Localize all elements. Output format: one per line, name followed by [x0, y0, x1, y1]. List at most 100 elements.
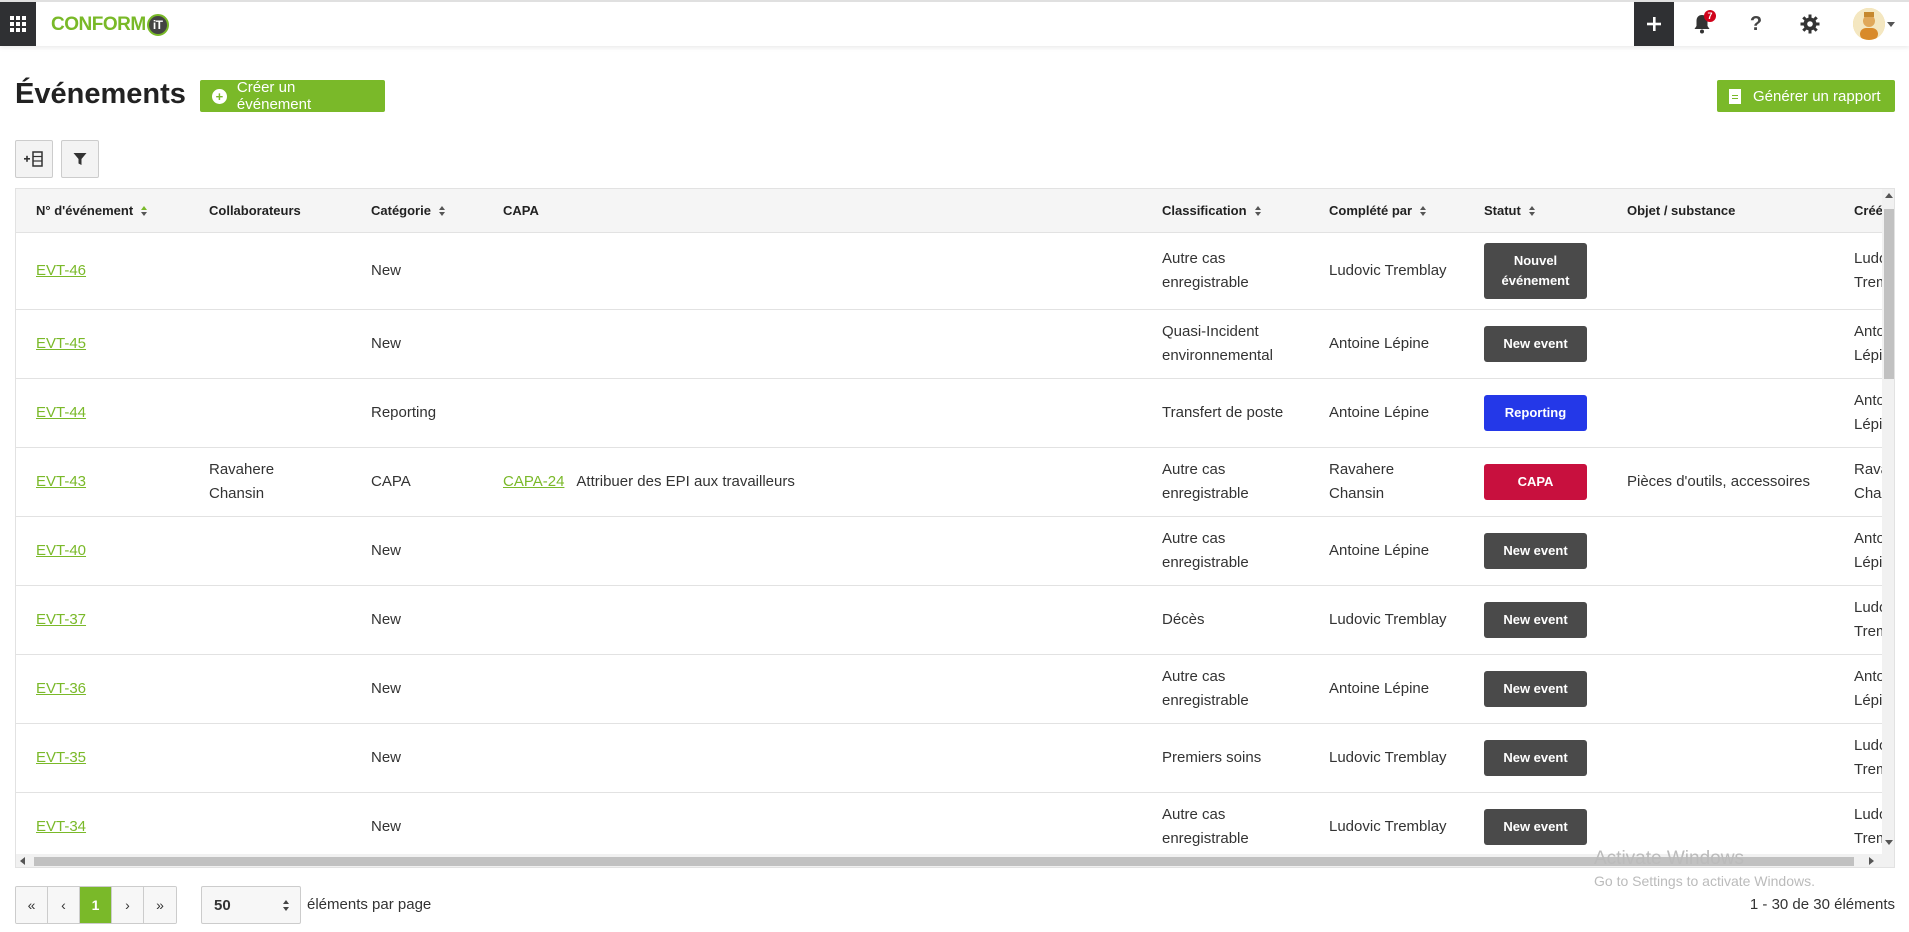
object-cell: Pièces d'outils, accessoires — [1627, 448, 1810, 516]
classification-cell: Autre cas enregistrable — [1162, 448, 1287, 516]
gear-icon — [1800, 14, 1820, 34]
column-header-label: Objet / substance — [1627, 203, 1736, 218]
collaborators-cell: Ravahere Chansin — [209, 448, 309, 516]
event-id-link[interactable]: EVT-34 — [36, 815, 86, 839]
column-header-completed-by[interactable]: Complété par — [1329, 189, 1427, 233]
capa-cell — [503, 310, 515, 378]
settings-button[interactable] — [1790, 2, 1830, 46]
user-menu-caret[interactable] — [1887, 22, 1895, 27]
table-row[interactable]: EVT-43 Ravahere Chansin CAPA CAPA-24 Attribu… — [16, 448, 1882, 517]
page-size-label: éléments par page — [307, 896, 432, 913]
category-text: New — [371, 749, 402, 766]
scroll-left-arrow[interactable] — [20, 857, 25, 865]
classification-cell: Quasi-Incident environnemental — [1162, 310, 1287, 378]
report-document-icon — [1729, 88, 1741, 104]
table-row[interactable]: EVT-37 New Décès Ludovic Tremblay New event L… — [16, 586, 1882, 655]
event-id-link[interactable]: EVT-45 — [36, 332, 86, 356]
create-event-button[interactable]: + Créer un événement — [200, 79, 385, 113]
table-row[interactable]: EVT-46 New Autre cas enregistrable Ludovic … — [16, 233, 1882, 310]
capa-cell — [503, 233, 515, 309]
events-table: N° d'événement Collaborateurs Catégorie … — [15, 188, 1895, 868]
category-text: New — [371, 262, 402, 279]
scroll-up-arrow[interactable] — [1885, 193, 1893, 198]
help-button[interactable]: ? — [1736, 2, 1776, 46]
classification-text: Autre cas enregistrable — [1162, 668, 1249, 709]
classification-text: Décès — [1162, 611, 1205, 628]
table-row[interactable]: EVT-36 New Autre cas enregistrable Antoine … — [16, 655, 1882, 724]
page-size-select[interactable]: 50 — [201, 886, 301, 924]
generate-report-button[interactable]: Générer un rapport — [1717, 80, 1895, 112]
top-navbar: CONFORM iT 7 ? — [0, 0, 1909, 46]
column-header-capa[interactable]: CAPA — [503, 189, 539, 233]
event-id-link[interactable]: EVT-35 — [36, 746, 86, 770]
column-header-classification[interactable]: Classification — [1162, 189, 1262, 233]
column-header-object[interactable]: Objet / substance — [1627, 189, 1735, 233]
capa-link[interactable]: CAPA-24 — [503, 470, 564, 494]
scroll-right-arrow[interactable] — [1869, 857, 1874, 865]
column-header-label: Complété par — [1329, 203, 1413, 218]
column-header-event-no[interactable]: N° d'événement — [36, 189, 148, 233]
watermark-title: Activate Windows — [1594, 848, 1744, 869]
next-page-button[interactable]: › — [112, 887, 144, 923]
notification-count-badge: 7 — [1704, 10, 1716, 22]
completed-by-cell: Ludovic Tremblay — [1329, 724, 1449, 792]
pagination: « ‹ 1 › » — [15, 886, 177, 924]
completed-by-text: Antoine Lépine — [1329, 335, 1430, 352]
scroll-thumb[interactable] — [1884, 209, 1894, 379]
apps-menu-button[interactable] — [0, 2, 36, 46]
user-avatar[interactable] — [1853, 8, 1885, 40]
status-cell: CAPA — [1484, 448, 1587, 516]
notifications-button[interactable]: 7 — [1682, 2, 1722, 46]
column-header-created[interactable]: Créé — [1854, 189, 1882, 233]
column-header-collaborators[interactable]: Collaborateurs — [209, 189, 301, 233]
category-cell: New — [371, 517, 401, 585]
event-id-link[interactable]: EVT-37 — [36, 608, 86, 632]
capa-cell: CAPA-24 Attribuer des EPI aux travailleur… — [503, 448, 795, 516]
classification-text: Autre cas enregistrable — [1162, 461, 1249, 502]
table-row[interactable]: EVT-44 Reporting Transfert de poste Antoine… — [16, 379, 1882, 448]
completed-by-text: Ludovic Tremblay — [1329, 611, 1447, 628]
classification-cell: Autre cas enregistrable — [1162, 655, 1287, 723]
created-by-cell: Antoine Lépine — [1854, 379, 1882, 447]
event-id-link[interactable]: EVT-44 — [36, 401, 86, 425]
completed-by-text: Antoine Lépine — [1329, 404, 1430, 421]
event-id-cell: EVT-45 — [36, 310, 86, 378]
event-id-cell: EVT-35 — [36, 724, 86, 792]
sort-icon — [141, 205, 148, 216]
category-text: New — [371, 335, 402, 352]
event-id-link[interactable]: EVT-43 — [36, 470, 86, 494]
status-cell: New event — [1484, 793, 1587, 861]
column-header-label: Classification — [1162, 203, 1247, 218]
filter-button[interactable] — [61, 140, 99, 178]
table-row[interactable]: EVT-40 New Autre cas enregistrable Antoine … — [16, 517, 1882, 586]
table-row[interactable]: EVT-45 New Quasi-Incident environnemental A… — [16, 310, 1882, 379]
category-text: Reporting — [371, 404, 437, 421]
column-header-label: N° d'événement — [36, 203, 134, 218]
add-column-icon — [24, 151, 43, 167]
created-by-text: Antoine Lépine — [1854, 530, 1882, 571]
prev-page-button[interactable]: ‹ — [48, 887, 80, 923]
event-id-link[interactable]: EVT-40 — [36, 539, 86, 563]
scroll-thumb[interactable] — [34, 857, 1854, 866]
first-page-button[interactable]: « — [16, 887, 48, 923]
quick-add-button[interactable] — [1634, 2, 1674, 46]
event-id-link[interactable]: EVT-36 — [36, 677, 86, 701]
select-arrows-icon — [283, 900, 290, 911]
event-id-cell: EVT-34 — [36, 793, 86, 861]
category-cell: Reporting — [371, 379, 436, 447]
column-header-category[interactable]: Catégorie — [371, 189, 446, 233]
event-id-link[interactable]: EVT-46 — [36, 259, 86, 283]
page-1-button[interactable]: 1 — [80, 887, 112, 923]
logo-text: CONFORM — [51, 14, 146, 35]
status-badge: New event — [1484, 809, 1587, 845]
add-column-button[interactable] — [15, 140, 53, 178]
status-badge: CAPA — [1484, 464, 1587, 500]
scroll-down-arrow[interactable] — [1885, 840, 1893, 845]
vertical-scrollbar[interactable] — [1882, 189, 1894, 867]
event-id-cell: EVT-40 — [36, 517, 86, 585]
last-page-button[interactable]: » — [144, 887, 176, 923]
table-row[interactable]: EVT-35 New Premiers soins Ludovic Tremblay N… — [16, 724, 1882, 793]
filter-icon — [73, 153, 87, 165]
app-logo[interactable]: CONFORM iT — [51, 14, 169, 36]
column-header-status[interactable]: Statut — [1484, 189, 1536, 233]
